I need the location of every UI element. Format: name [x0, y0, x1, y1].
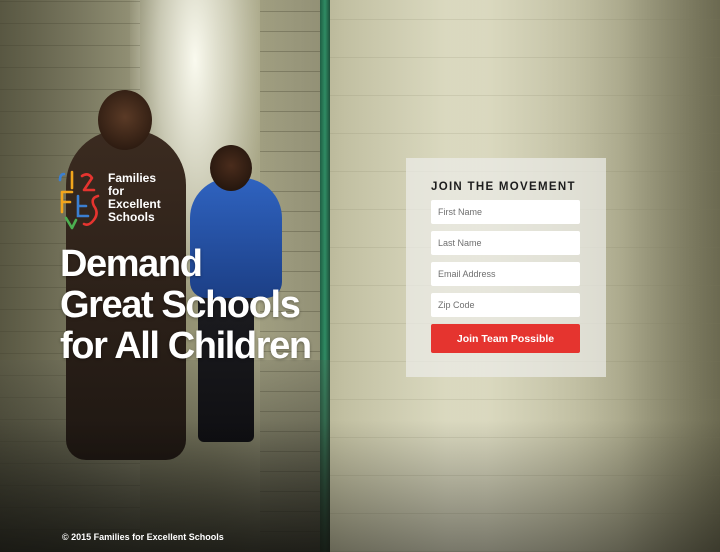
hero-headline: Demand Great Schools for All Children — [60, 243, 312, 367]
child-head — [210, 145, 252, 191]
form-title: JOIN THE MOVEMENT — [431, 181, 576, 193]
last-name-input[interactable] — [431, 231, 580, 255]
headline-line-2: Great Schools — [60, 284, 301, 326]
zip-code-input[interactable] — [431, 293, 580, 317]
first-name-input[interactable] — [431, 200, 580, 224]
logo-line-4: Schools — [108, 210, 155, 224]
footer-copyright: © 2015 Families for Excellent Schools — [62, 532, 224, 542]
signup-form: JOIN THE MOVEMENT Join Team Possible — [406, 158, 606, 377]
brand-logo[interactable]: Families for Excellent Schools — [58, 170, 161, 232]
email-input[interactable] — [431, 262, 580, 286]
headline-line-1: Demand — [60, 243, 203, 285]
landing-page: Families for Excellent Schools Demand Gr… — [0, 0, 720, 552]
logo-mark-icon — [58, 170, 100, 230]
join-team-possible-button[interactable]: Join Team Possible — [431, 324, 580, 353]
headline-line-3: for All Children — [60, 325, 312, 367]
adult-head — [98, 90, 152, 150]
logo-wordmark: Families for Excellent Schools — [108, 172, 161, 224]
